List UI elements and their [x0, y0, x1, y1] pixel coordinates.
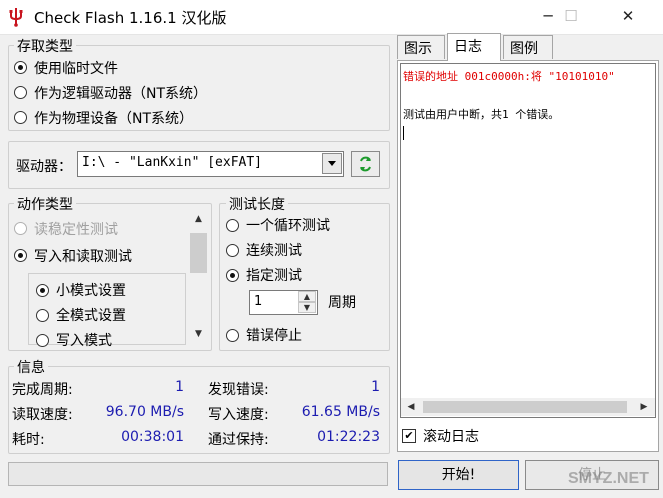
write-speed-label: 写入速度: — [208, 407, 269, 423]
drive-select[interactable]: I:\ - "LanKxin" [exFAT] — [77, 151, 344, 177]
tab-log[interactable]: 日志 — [447, 33, 501, 61]
scroll-log-label[interactable]: 滚动日志 — [423, 426, 479, 446]
mode-small-label[interactable]: 小模式设置 — [56, 280, 126, 300]
read-speed-value: 96.70 MB/s — [105, 404, 184, 420]
stop-on-error-radio[interactable] — [226, 329, 239, 342]
errors-found-label: 发现错误: — [208, 382, 269, 398]
usb-icon — [9, 8, 23, 27]
window-title: Check Flash 1.16.1 汉化版 — [34, 9, 227, 27]
access-temp-file-radio[interactable] — [14, 61, 27, 74]
refresh-drives-button[interactable] — [351, 151, 380, 177]
action-read-stability-label[interactable]: 读稳定性测试 — [34, 219, 118, 239]
start-button[interactable]: 开始! — [398, 460, 519, 490]
drive-select-value: I:\ - "LanKxin" [exFAT] — [82, 155, 263, 170]
mode-full-label[interactable]: 全模式设置 — [56, 305, 126, 325]
progress-bar — [8, 462, 388, 486]
log-h-scroll-thumb[interactable] — [423, 401, 627, 413]
elapsed-label: 耗时: — [12, 432, 45, 448]
scroll-down-icon[interactable]: ▼ — [190, 327, 207, 344]
cycles-unit-label: 周期 — [328, 295, 356, 311]
maximize-button[interactable]: ☐ — [548, 0, 594, 34]
close-button[interactable]: ✕ — [605, 0, 651, 34]
access-physical-device-radio[interactable] — [14, 111, 27, 124]
scroll-thumb[interactable] — [190, 233, 207, 273]
drive-dropdown-button[interactable] — [322, 153, 342, 174]
mode-write-label[interactable]: 写入模式 — [56, 330, 112, 350]
retention-label: 通过保持: — [208, 432, 269, 448]
length-specified-radio[interactable] — [226, 269, 239, 282]
log-h-scrollbar[interactable]: ◀ ▶ — [401, 398, 655, 416]
stepper-up-icon[interactable]: ▲ — [298, 291, 316, 302]
retention-value: 01:22:23 — [317, 429, 380, 445]
tab-legend[interactable]: 图例 — [503, 35, 553, 59]
tab-graph[interactable]: 图示 — [397, 35, 445, 59]
cycles-input[interactable]: 1 — [254, 294, 262, 309]
action-write-read-radio[interactable] — [14, 249, 27, 262]
chevron-down-icon — [328, 161, 336, 166]
scroll-log-checkbox[interactable]: ✔ — [402, 429, 416, 443]
scroll-right-icon[interactable]: ▶ — [636, 400, 652, 415]
action-type-legend: 动作类型 — [14, 194, 76, 214]
scroll-up-icon[interactable]: ▲ — [190, 212, 207, 229]
read-speed-label: 读取速度: — [12, 407, 73, 423]
info-legend: 信息 — [14, 357, 48, 377]
action-read-stability-radio[interactable] — [14, 222, 27, 235]
test-length-legend: 测试长度 — [226, 194, 288, 214]
access-type-legend: 存取类型 — [14, 36, 76, 56]
cycles-done-value: 1 — [175, 379, 184, 395]
length-continuous-label[interactable]: 连续测试 — [246, 240, 302, 260]
access-physical-device-label[interactable]: 作为物理设备（NT系统） — [34, 108, 193, 128]
cycles-stepper[interactable]: 1 ▲ ▼ — [249, 290, 318, 315]
log-line-error: 错误的地址 001c0000h:将 "10101010" — [403, 70, 615, 83]
access-logical-drive-radio[interactable] — [14, 86, 27, 99]
refresh-icon — [360, 156, 371, 172]
log-line-summary: 测试由用户中断，共1 个错误。 — [403, 108, 560, 121]
mode-full-radio[interactable] — [36, 309, 49, 322]
elapsed-value: 00:38:01 — [121, 429, 184, 445]
mode-small-radio[interactable] — [36, 284, 49, 297]
errors-found-value: 1 — [371, 379, 380, 395]
length-specified-label[interactable]: 指定测试 — [246, 265, 302, 285]
log-textarea[interactable]: 错误的地址 001c0000h:将 "10101010" 测试由用户中断，共1 … — [400, 63, 656, 418]
drive-label: 驱动器： — [16, 159, 72, 175]
action-write-read-label[interactable]: 写入和读取测试 — [34, 246, 132, 266]
action-scrollbar[interactable]: ▲ ▼ — [189, 211, 208, 345]
scroll-left-icon[interactable]: ◀ — [403, 400, 419, 415]
stop-on-error-label[interactable]: 错误停止 — [246, 325, 302, 345]
text-cursor — [403, 126, 404, 140]
write-speed-value: 61.65 MB/s — [301, 404, 380, 420]
access-logical-drive-label[interactable]: 作为逻辑驱动器（NT系统） — [34, 83, 207, 103]
length-one-cycle-radio[interactable] — [226, 219, 239, 232]
length-one-cycle-label[interactable]: 一个循环测试 — [246, 215, 330, 235]
cycles-done-label: 完成周期: — [12, 382, 73, 398]
access-temp-file-label[interactable]: 使用临时文件 — [34, 58, 118, 78]
length-continuous-radio[interactable] — [226, 244, 239, 257]
mode-write-radio[interactable] — [36, 334, 49, 347]
watermark: SMYZ.NET — [568, 470, 649, 487]
stepper-down-icon[interactable]: ▼ — [298, 302, 316, 313]
